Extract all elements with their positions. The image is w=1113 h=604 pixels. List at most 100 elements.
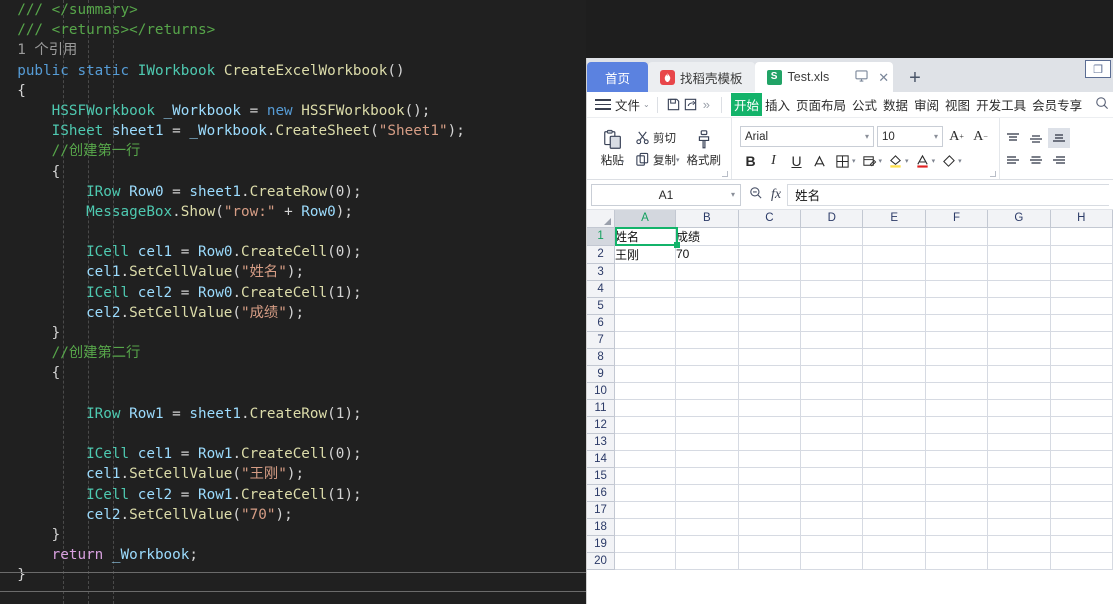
cell-B16[interactable] xyxy=(675,484,739,502)
row-header-9[interactable]: 9 xyxy=(587,365,616,383)
cell-C8[interactable] xyxy=(738,348,802,366)
font-color-dropdown-icon[interactable]: ▾ xyxy=(932,157,936,165)
cell-A19[interactable] xyxy=(614,535,676,553)
cell-C4[interactable] xyxy=(738,280,802,298)
decrease-font-size-button[interactable]: A − xyxy=(970,127,991,147)
ribbon-tab-开发工具[interactable]: 开发工具 xyxy=(973,95,1029,114)
cell-G18[interactable] xyxy=(987,518,1051,536)
cell-C19[interactable] xyxy=(738,535,802,553)
cell-H12[interactable] xyxy=(1050,416,1113,434)
row-header-1[interactable]: 1 xyxy=(587,227,616,246)
cell-D10[interactable] xyxy=(800,382,864,400)
cell-E6[interactable] xyxy=(862,314,926,332)
cell-A18[interactable] xyxy=(614,518,676,536)
cell-C2[interactable] xyxy=(738,245,802,264)
cell-B12[interactable] xyxy=(675,416,739,434)
more-commands-icon[interactable]: » xyxy=(703,97,710,112)
cell-F6[interactable] xyxy=(925,314,989,332)
row-header-10[interactable]: 10 xyxy=(587,382,616,400)
cell-B11[interactable] xyxy=(675,399,739,417)
row-header-4[interactable]: 4 xyxy=(587,280,616,298)
cell-E8[interactable] xyxy=(862,348,926,366)
cell-F17[interactable] xyxy=(925,501,989,519)
column-header-H[interactable]: H xyxy=(1050,210,1113,228)
cell-H14[interactable] xyxy=(1050,450,1113,468)
cell-B6[interactable] xyxy=(675,314,739,332)
cell-H4[interactable] xyxy=(1050,280,1113,298)
cell-C15[interactable] xyxy=(738,467,802,485)
cell-E18[interactable] xyxy=(862,518,926,536)
cell-C1[interactable] xyxy=(738,227,802,246)
cell-H1[interactable] xyxy=(1050,227,1113,246)
cell-A16[interactable] xyxy=(614,484,676,502)
cell-E5[interactable] xyxy=(862,297,926,315)
paste-button[interactable]: 粘贴▾ xyxy=(593,127,633,170)
cell-H18[interactable] xyxy=(1050,518,1113,536)
cell-A20[interactable] xyxy=(614,552,676,570)
align-right-button[interactable] xyxy=(1048,150,1070,170)
cell-A4[interactable] xyxy=(614,280,676,298)
cell-E10[interactable] xyxy=(862,382,926,400)
cell-A17[interactable] xyxy=(614,501,676,519)
cell-C5[interactable] xyxy=(738,297,802,315)
row-header-8[interactable]: 8 xyxy=(587,348,616,366)
code-editor[interactable]: /// </summary> /// <returns></returns> 1… xyxy=(0,0,586,604)
cell-D4[interactable] xyxy=(800,280,864,298)
cell-B8[interactable] xyxy=(675,348,739,366)
cell-F19[interactable] xyxy=(925,535,989,553)
cell-D16[interactable] xyxy=(800,484,864,502)
format-painter-button[interactable]: 格式刷 xyxy=(683,127,726,170)
bold-button[interactable]: B xyxy=(740,151,761,171)
cell-F12[interactable] xyxy=(925,416,989,434)
spreadsheet-grid[interactable]: A B C D E F G H 1 姓名 成绩 2 王刚 70 3 4 5 6 7 8 9 10 11 12 13 14 15 16 1… xyxy=(587,210,1113,604)
row-header-19[interactable]: 19 xyxy=(587,535,616,553)
cell-C7[interactable] xyxy=(738,331,802,349)
cell-H5[interactable] xyxy=(1050,297,1113,315)
cell-G3[interactable] xyxy=(987,263,1051,281)
cell-H19[interactable] xyxy=(1050,535,1113,553)
cell-A9[interactable] xyxy=(614,365,676,383)
cell-D1[interactable] xyxy=(800,227,864,246)
cell-H11[interactable] xyxy=(1050,399,1113,417)
cell-F10[interactable] xyxy=(925,382,989,400)
cell-D15[interactable] xyxy=(800,467,864,485)
cell-G4[interactable] xyxy=(987,280,1051,298)
tab-home[interactable]: 首页 xyxy=(587,62,649,92)
borders-button[interactable] xyxy=(832,151,853,171)
row-header-20[interactable]: 20 xyxy=(587,552,616,570)
cell-E17[interactable] xyxy=(862,501,926,519)
clear-format-dropdown-icon[interactable]: ▾ xyxy=(958,157,962,165)
row-header-5[interactable]: 5 xyxy=(587,297,616,315)
italic-button[interactable]: I xyxy=(763,151,784,171)
cell-F7[interactable] xyxy=(925,331,989,349)
cell-H16[interactable] xyxy=(1050,484,1113,502)
ribbon-tab-插入[interactable]: 插入 xyxy=(762,95,793,114)
cell-D19[interactable] xyxy=(800,535,864,553)
row-header-17[interactable]: 17 xyxy=(587,501,616,519)
cell-F20[interactable] xyxy=(925,552,989,570)
cell-A5[interactable] xyxy=(614,297,676,315)
cell-D7[interactable] xyxy=(800,331,864,349)
cell-F11[interactable] xyxy=(925,399,989,417)
ribbon-tab-数据[interactable]: 数据 xyxy=(880,95,911,114)
cell-B14[interactable] xyxy=(675,450,739,468)
align-center-button[interactable] xyxy=(1025,150,1047,170)
cell-F2[interactable] xyxy=(925,245,989,264)
cell-A10[interactable] xyxy=(614,382,676,400)
cell-B5[interactable] xyxy=(675,297,739,315)
row-header-16[interactable]: 16 xyxy=(587,484,616,502)
cell-H13[interactable] xyxy=(1050,433,1113,451)
cell-D8[interactable] xyxy=(800,348,864,366)
column-header-C[interactable]: C xyxy=(738,210,802,228)
cell-B3[interactable] xyxy=(675,263,739,281)
cell-G8[interactable] xyxy=(987,348,1051,366)
cell-H9[interactable] xyxy=(1050,365,1113,383)
cell-E1[interactable] xyxy=(862,227,926,246)
row-header-15[interactable]: 15 xyxy=(587,467,616,485)
clipboard-dialog-launcher[interactable] xyxy=(722,171,729,177)
new-tab-button[interactable]: + xyxy=(901,68,929,88)
cell-G5[interactable] xyxy=(987,297,1051,315)
chevron-down-icon[interactable]: ▾ xyxy=(731,190,735,199)
font-name-select[interactable]: Arial ▾ xyxy=(740,126,875,147)
cell-H17[interactable] xyxy=(1050,501,1113,519)
